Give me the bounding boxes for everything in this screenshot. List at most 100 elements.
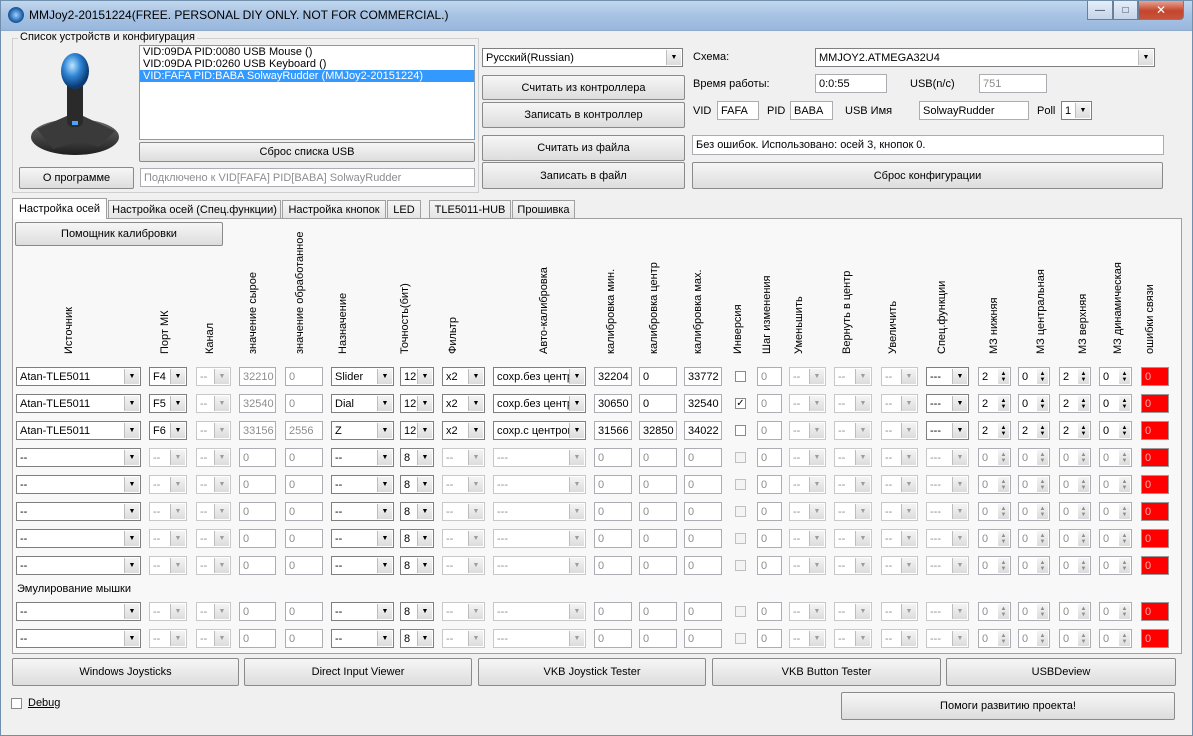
device-item-selected[interactable]: VID:FAFA PID:BABA SolwayRudder (MMJoy2-2… (140, 70, 474, 82)
spinner-arrows-icon[interactable]: ▲ ▼ (1037, 631, 1048, 646)
spinner-arrows-icon[interactable]: ▲ ▼ (998, 369, 1009, 384)
axis-mouse-1-filt[interactable]: -- ▼ (442, 629, 485, 648)
maximize-button[interactable]: □ (1113, 1, 1138, 20)
axis-7-cmin[interactable]: 0 (594, 556, 632, 575)
axis-2-ctr[interactable]: -- ▼ (834, 421, 872, 440)
tab-buttons[interactable]: Настройка кнопок (282, 200, 386, 218)
spinner-arrows-icon[interactable]: ▲ ▼ (1078, 477, 1089, 492)
axis-mouse-0-dec[interactable]: -- ▼ (789, 602, 826, 621)
axis-mouse-0-cmax[interactable]: 0 (684, 602, 722, 621)
axis-1-cmin[interactable]: 30650 (594, 394, 632, 413)
axis-4-dzl[interactable]: 0 ▲ ▼ (978, 475, 1011, 494)
axis-5-src[interactable]: -- ▼ (16, 502, 141, 521)
axis-mouse-0-dzl[interactable]: 0 ▲ ▼ (978, 602, 1011, 621)
spinner-arrows-icon[interactable]: ▲ ▼ (1119, 477, 1130, 492)
spinner-arrows-icon[interactable]: ▲ ▼ (1037, 423, 1048, 438)
axis-mouse-1-ctr[interactable]: -- ▼ (834, 629, 872, 648)
axis-6-dzl[interactable]: 0 ▲ ▼ (978, 529, 1011, 548)
axis-4-spec[interactable]: --- ▼ (926, 475, 969, 494)
spinner-arrows-icon[interactable]: ▲ ▼ (998, 531, 1009, 546)
axis-mouse-1-ch[interactable]: -- ▼ (196, 629, 231, 648)
axis-7-dzd[interactable]: 0 ▲ ▼ (1099, 556, 1132, 575)
axis-6-spec[interactable]: --- ▼ (926, 529, 969, 548)
axis-0-spec[interactable]: --- ▼ (926, 367, 969, 386)
axis-3-filt[interactable]: -- ▼ (442, 448, 485, 467)
axis-2-dest[interactable]: Z ▼ (331, 421, 394, 440)
axis-1-cmax[interactable]: 32540 (684, 394, 722, 413)
axis-1-step[interactable]: 0 (757, 394, 782, 413)
axis-5-dzu[interactable]: 0 ▲ ▼ (1059, 502, 1091, 521)
axis-0-ctr[interactable]: -- ▼ (834, 367, 872, 386)
axis-1-dzd[interactable]: 0 ▲ ▼ (1099, 394, 1132, 413)
axis-6-dzu[interactable]: 0 ▲ ▼ (1059, 529, 1091, 548)
axis-6-ch[interactable]: -- ▼ (196, 529, 231, 548)
axis-1-bits[interactable]: 12 ▼ (400, 394, 434, 413)
axis-0-dest[interactable]: Slider ▼ (331, 367, 394, 386)
axis-4-dzc[interactable]: 0 ▲ ▼ (1018, 475, 1050, 494)
axis-0-filt[interactable]: x2 ▼ (442, 367, 485, 386)
axis-1-filt[interactable]: x2 ▼ (442, 394, 485, 413)
axis-5-ch[interactable]: -- ▼ (196, 502, 231, 521)
about-button[interactable]: О программе (19, 167, 134, 189)
spinner-arrows-icon[interactable]: ▲ ▼ (1078, 604, 1089, 619)
axis-7-inc[interactable]: -- ▼ (881, 556, 918, 575)
axis-0-step[interactable]: 0 (757, 367, 782, 386)
usb-name-input[interactable]: SolwayRudder (919, 101, 1029, 120)
axis-7-src[interactable]: -- ▼ (16, 556, 141, 575)
axis-5-cmax[interactable]: 0 (684, 502, 722, 521)
axis-mouse-0-ch[interactable]: -- ▼ (196, 602, 231, 621)
axis-4-dec[interactable]: -- ▼ (789, 475, 826, 494)
pid-input[interactable]: BABA (790, 101, 833, 120)
axis-mouse-1-dec[interactable]: -- ▼ (789, 629, 826, 648)
axis-6-dzc[interactable]: 0 ▲ ▼ (1018, 529, 1050, 548)
usbdeview-button[interactable]: USBDeview (946, 658, 1176, 686)
axis-3-step[interactable]: 0 (757, 448, 782, 467)
axis-mouse-0-auto[interactable]: --- ▼ (493, 602, 586, 621)
spinner-arrows-icon[interactable]: ▲ ▼ (1037, 396, 1048, 411)
axis-3-src[interactable]: -- ▼ (16, 448, 141, 467)
support-project-button[interactable]: Помоги развитию проекта! (841, 692, 1175, 720)
spinner-arrows-icon[interactable]: ▲ ▼ (1119, 558, 1130, 573)
axis-mouse-1-cctr[interactable]: 0 (639, 629, 677, 648)
spinner-arrows-icon[interactable]: ▲ ▼ (1078, 369, 1089, 384)
axis-5-dest[interactable]: -- ▼ (331, 502, 394, 521)
axis-7-cctr[interactable]: 0 (639, 556, 677, 575)
axis-0-dec[interactable]: -- ▼ (789, 367, 826, 386)
axis-2-dzc[interactable]: 2 ▲ ▼ (1018, 421, 1050, 440)
axis-mouse-1-dest[interactable]: -- ▼ (331, 629, 394, 648)
axis-5-inv[interactable] (735, 506, 746, 517)
title-bar[interactable]: MMJoy2-20151224(FREE. PERSONAL DIY ONLY.… (1, 1, 1192, 31)
axis-mouse-1-port[interactable]: -- ▼ (149, 629, 187, 648)
axis-5-auto[interactable]: --- ▼ (493, 502, 586, 521)
axis-mouse-1-bits[interactable]: 8 ▼ (400, 629, 434, 648)
axis-0-bits[interactable]: 12 ▼ (400, 367, 434, 386)
direct-input-viewer-button[interactable]: Direct Input Viewer (244, 658, 472, 686)
axis-mouse-1-spec[interactable]: --- ▼ (926, 629, 969, 648)
spinner-arrows-icon[interactable]: ▲ ▼ (998, 504, 1009, 519)
axis-4-ctr[interactable]: -- ▼ (834, 475, 872, 494)
axis-5-step[interactable]: 0 (757, 502, 782, 521)
axis-6-src[interactable]: -- ▼ (16, 529, 141, 548)
axis-0-dzd[interactable]: 0 ▲ ▼ (1099, 367, 1132, 386)
axis-1-port[interactable]: F5 ▼ (149, 394, 187, 413)
axis-0-src[interactable]: Atan-TLE5011 ▼ (16, 367, 141, 386)
axis-0-inc[interactable]: -- ▼ (881, 367, 918, 386)
axis-mouse-1-auto[interactable]: --- ▼ (493, 629, 586, 648)
axis-6-dzd[interactable]: 0 ▲ ▼ (1099, 529, 1132, 548)
axis-0-dzl[interactable]: 2 ▲ ▼ (978, 367, 1011, 386)
axis-4-dest[interactable]: -- ▼ (331, 475, 394, 494)
axis-2-auto[interactable]: сохр.с центрои ▼ (493, 421, 586, 440)
axis-mouse-0-spec[interactable]: --- ▼ (926, 602, 969, 621)
spinner-arrows-icon[interactable]: ▲ ▼ (1037, 558, 1048, 573)
axis-mouse-1-dzd[interactable]: 0 ▲ ▼ (1099, 629, 1132, 648)
spinner-arrows-icon[interactable]: ▲ ▼ (1037, 531, 1048, 546)
axis-5-dec[interactable]: -- ▼ (789, 502, 826, 521)
axis-mouse-0-ctr[interactable]: -- ▼ (834, 602, 872, 621)
close-button[interactable]: ✕ (1138, 1, 1184, 20)
spinner-arrows-icon[interactable]: ▲ ▼ (1037, 369, 1048, 384)
read-from-controller-button[interactable]: Считать из контроллера (482, 75, 685, 100)
axis-7-filt[interactable]: -- ▼ (442, 556, 485, 575)
axis-3-dec[interactable]: -- ▼ (789, 448, 826, 467)
axis-7-dest[interactable]: -- ▼ (331, 556, 394, 575)
axis-mouse-1-step[interactable]: 0 (757, 629, 782, 648)
